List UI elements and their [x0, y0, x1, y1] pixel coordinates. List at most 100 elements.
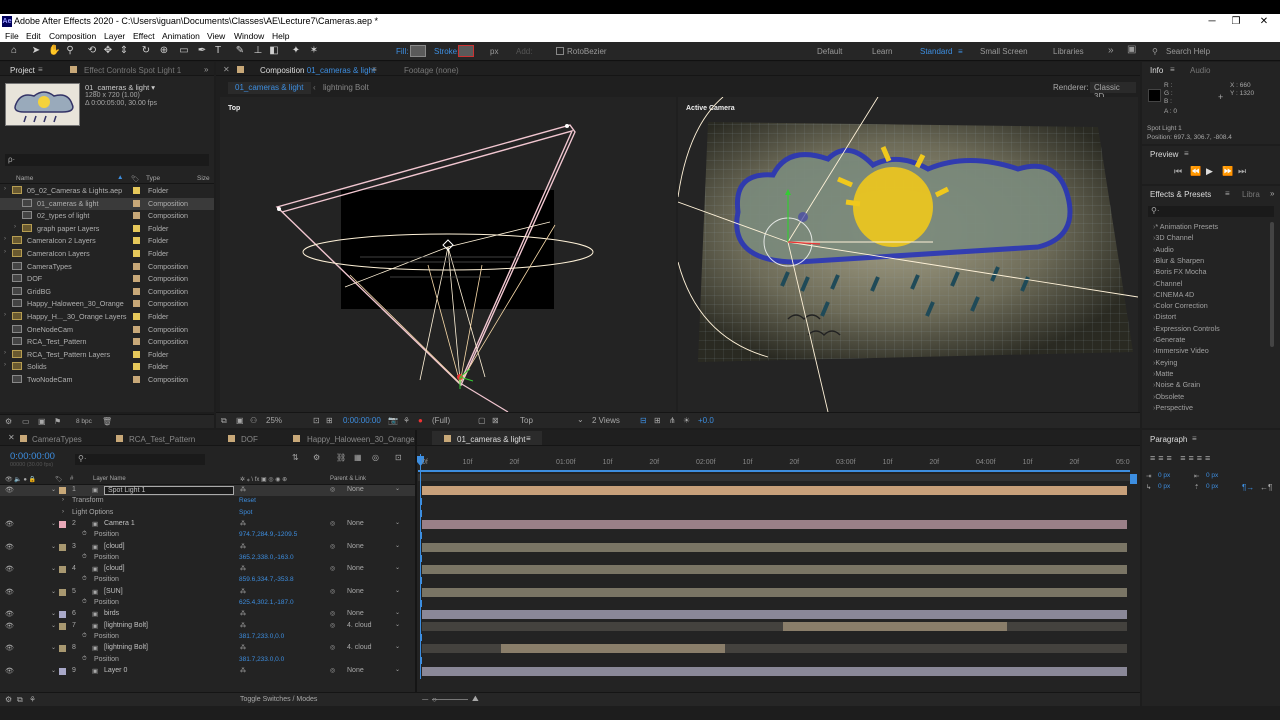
parent-pickwhip-icon[interactable]: ◎ — [330, 486, 335, 493]
project-item[interactable]: › Happy_H..._30_Orange Layers Folder — [0, 311, 214, 323]
stopwatch-icon[interactable]: ⏱ — [82, 554, 87, 561]
col-size[interactable]: Size — [197, 175, 210, 182]
clone-stamp-icon[interactable]: ⊥ — [252, 45, 264, 57]
comp-menu-icon[interactable]: ≡ — [372, 65, 377, 74]
parent-pickwhip-icon[interactable]: ◎ — [330, 520, 335, 527]
layer-duration-bar[interactable] — [500, 644, 726, 654]
comp-mini-flowchart-icon[interactable]: ⇅ — [292, 453, 299, 462]
search-help-input[interactable]: Search Help — [1166, 47, 1210, 56]
view-layout-dropdown[interactable]: 2 Views — [592, 416, 620, 425]
tab-project[interactable]: Project — [10, 66, 35, 75]
parent-dropdown-arrow-icon[interactable]: ⌄ — [395, 666, 400, 673]
expand-layer-icon[interactable]: ⌄ — [51, 565, 56, 572]
timeline-tab-halloween[interactable]: Happy_Haloween_30_Orange — [307, 435, 415, 444]
roto-brush-icon[interactable]: ✦ — [290, 45, 302, 57]
effects-category[interactable]: Color Correction — [1153, 301, 1207, 310]
timeline-layer-row[interactable]: 👁 ⌄ 1 ▣ Spot Light 1 ⁂ ◎ None ⌄ — [0, 485, 415, 496]
zoom-dropdown[interactable]: 25% — [266, 416, 282, 425]
parent-dropdown-arrow-icon[interactable]: ⌄ — [395, 621, 400, 628]
timeline-property-row[interactable]: › Transform Reset — [0, 496, 415, 507]
parent-pickwhip-icon[interactable]: ◎ — [330, 543, 335, 550]
timeline-property-row[interactable]: ⏱ Position 625.4,302.1,-187.0 — [0, 598, 415, 609]
preview-region-icon[interactable]: ▣ — [236, 416, 244, 425]
timeline-toggle-icon[interactable]: ⊞ — [654, 416, 661, 425]
eye-icon[interactable]: 👁 — [5, 667, 14, 675]
timeline-layer-row[interactable]: 👁 ⌄ 3 ▣ [cloud] ⁂ ◎ None ⌄ — [0, 542, 415, 553]
timeline-tab-dof[interactable]: DOF — [241, 435, 258, 444]
layer-label-swatch[interactable] — [59, 622, 66, 630]
timeline-search-input[interactable]: ⚲· — [75, 454, 205, 465]
project-item[interactable]: OneNodeCam Composition — [0, 324, 214, 336]
property-value[interactable]: Reset — [239, 497, 256, 504]
layer-duration-bar[interactable] — [422, 486, 1127, 495]
timeline-property-row[interactable]: ⏱ Position 859.6,334.7,-353.8 — [0, 575, 415, 586]
rectangle-tool-icon[interactable]: ▭ — [178, 45, 190, 57]
sort-icon[interactable]: ▲ — [117, 174, 123, 181]
layer-switch-icon[interactable]: ⁂ — [240, 667, 246, 674]
parent-pickwhip-icon[interactable]: ◎ — [330, 565, 335, 572]
project-item[interactable]: › Solids Folder — [0, 361, 214, 373]
disclosure-icon[interactable]: › — [4, 236, 6, 242]
eye-icon[interactable]: 👁 — [5, 610, 14, 618]
paragraph-menu-icon[interactable]: ≡ — [1192, 434, 1197, 443]
layer-switch-icon[interactable]: ⁂ — [240, 543, 246, 550]
rotobezier-checkbox[interactable] — [556, 47, 564, 55]
property-value[interactable]: Spot — [239, 509, 252, 516]
layer-name[interactable]: [cloud] — [104, 543, 125, 550]
3d-view-dropdown[interactable]: Top — [520, 416, 533, 425]
eye-icon[interactable]: 👁 — [5, 644, 14, 652]
col-name[interactable]: Name — [16, 175, 33, 182]
workspace-standard[interactable]: Standard — [920, 47, 952, 56]
layer-label-swatch[interactable] — [59, 588, 66, 596]
property-value[interactable]: 381.7,233.0,0.0 — [239, 656, 284, 663]
label-swatch[interactable] — [133, 363, 140, 371]
parent-dropdown[interactable]: None — [347, 486, 364, 493]
eraser-tool-icon[interactable]: ◧ — [268, 45, 280, 57]
workspace-learn[interactable]: Learn — [872, 47, 892, 56]
effects-category[interactable]: Expression Controls — [1153, 324, 1219, 333]
resolution-dropdown[interactable]: (Full) — [432, 416, 450, 425]
tab-composition[interactable]: Composition 01_cameras & light — [260, 66, 375, 75]
tab-close-icon[interactable]: ✕ — [8, 433, 15, 442]
layer-switch-icon[interactable]: ⁂ — [240, 588, 246, 595]
eye-icon[interactable]: 👁 — [5, 588, 14, 596]
timeline-property-row[interactable]: ⏱ Position 381.7,233.0,0.0 — [0, 632, 415, 643]
menu-composition[interactable]: Composition — [49, 31, 96, 41]
frame-blending-icon[interactable]: ▦ — [354, 453, 362, 462]
effects-category[interactable]: CINEMA 4D — [1153, 290, 1194, 299]
property-value[interactable]: 381.7,233.0,0.0 — [239, 633, 284, 640]
prev-frame-icon[interactable]: ⏪ — [1190, 166, 1201, 177]
region-of-interest-icon[interactable]: ▢ — [478, 416, 486, 425]
minimize-icon[interactable]: ─ — [1200, 14, 1224, 30]
parent-dropdown[interactable]: None — [347, 543, 364, 550]
effects-category[interactable]: Matte — [1153, 369, 1173, 378]
pen-tool-icon[interactable]: ✒ — [196, 45, 208, 57]
interpret-footage-icon[interactable]: ⚙ — [5, 417, 12, 426]
parent-dropdown-arrow-icon[interactable]: ⌄ — [395, 643, 400, 650]
disclosure-icon[interactable]: › — [4, 186, 6, 192]
more-workspaces-icon[interactable]: » — [1108, 45, 1114, 56]
timeline-menu-icon[interactable]: ≡ — [526, 434, 531, 443]
zoom-out-icon[interactable]: ⏤ — [422, 695, 428, 705]
property-value[interactable]: 365.2,338.0,-163.0 — [239, 554, 294, 561]
indent-left-value[interactable]: 0 px — [1158, 472, 1170, 479]
bpc-label[interactable]: 8 bpc — [76, 418, 92, 425]
transparency-grid-icon[interactable]: ⊠ — [492, 416, 499, 425]
menu-help[interactable]: Help — [272, 31, 289, 41]
disclosure-icon[interactable]: › — [62, 497, 64, 503]
play-icon[interactable]: ▶ — [1206, 166, 1213, 177]
timeline-layer-row[interactable]: 👁 ⌄ 7 ▣ [lightning Bolt] ⁂ ◎ 4. cloud ⌄ — [0, 621, 415, 632]
stopwatch-icon[interactable]: ⏱ — [82, 599, 87, 606]
work-area-bar[interactable] — [418, 470, 1130, 472]
stopwatch-icon[interactable]: ⏱ — [82, 531, 87, 538]
last-frame-icon[interactable]: ⏭ — [1238, 166, 1246, 177]
effects-category[interactable]: 3D Channel — [1153, 233, 1193, 242]
layer-switch-icon[interactable]: ⁂ — [240, 610, 246, 617]
layer-name[interactable]: Spot Light 1 — [104, 486, 234, 495]
expand-layer-icon[interactable]: ⌄ — [51, 486, 56, 493]
timeline-tab-active[interactable]: 01_cameras & light — [457, 435, 525, 444]
layer-duration-bar[interactable] — [422, 666, 1127, 676]
menu-effect[interactable]: Effect — [133, 31, 155, 41]
view-dropdown-arrow-icon[interactable]: ⌄ — [577, 415, 584, 424]
layer-name[interactable]: [lightning Bolt] — [104, 622, 148, 629]
